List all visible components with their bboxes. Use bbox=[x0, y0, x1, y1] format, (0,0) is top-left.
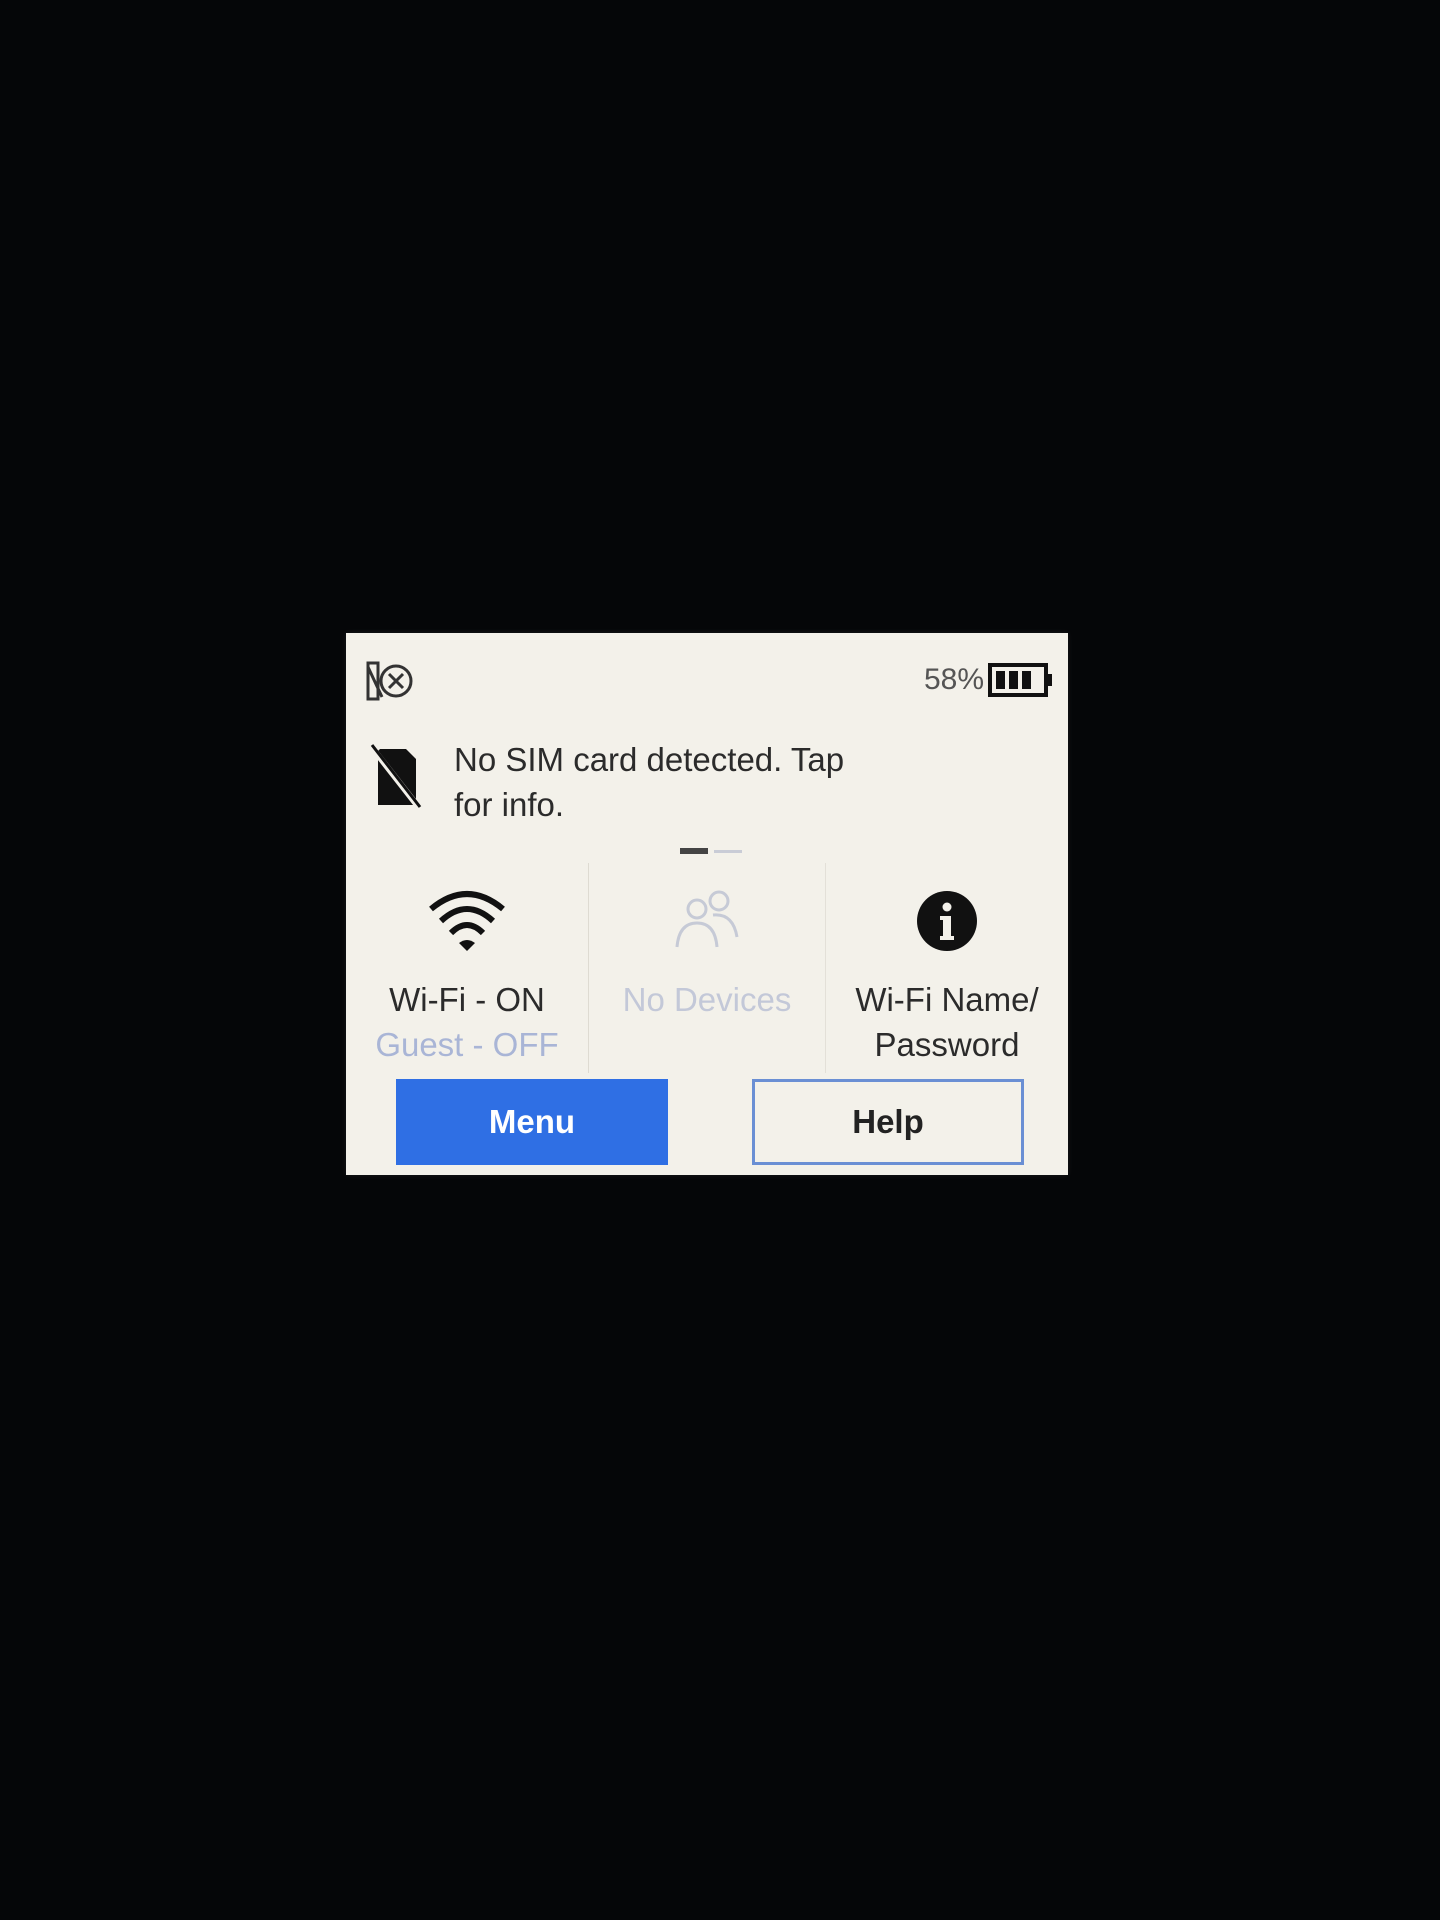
battery-percent: 58% bbox=[923, 663, 984, 696]
status-bar: 58% bbox=[346, 633, 1068, 701]
devices-icon bbox=[667, 885, 747, 955]
no-sim-icon bbox=[367, 743, 423, 811]
tile-row: Wi-Fi - ON Guest - OFF No Devices Wi-Fi … bbox=[346, 863, 1068, 1073]
devices-status: No Devices bbox=[622, 981, 792, 1018]
devices-tile[interactable]: No Devices bbox=[589, 863, 826, 1073]
wifi-status: Wi-Fi - ON bbox=[389, 981, 545, 1018]
guest-wifi-status: Guest - OFF bbox=[375, 1026, 559, 1063]
info-icon bbox=[907, 885, 987, 955]
battery-icon bbox=[988, 663, 1054, 697]
page-dot bbox=[714, 850, 742, 853]
page-indicator bbox=[680, 848, 750, 854]
wifi-name-label: Wi-Fi Name/ bbox=[855, 981, 1039, 1018]
no-sim-notification[interactable]: No SIM card detected. Tap for info. bbox=[360, 737, 980, 833]
notification-line-1: No SIM card detected. Tap bbox=[454, 741, 845, 778]
help-button[interactable]: Help bbox=[752, 1079, 1024, 1165]
page-dot-active bbox=[680, 848, 708, 854]
no-service-icon bbox=[366, 661, 418, 701]
wifi-credentials-tile[interactable]: Wi-Fi Name/ Password bbox=[826, 863, 1068, 1073]
wifi-icon bbox=[427, 885, 507, 955]
device-screen: 58% No SIM card detected. Tap for info. bbox=[346, 633, 1068, 1175]
notification-message: No SIM card detected. Tap for info. bbox=[454, 737, 954, 827]
wifi-tile[interactable]: Wi-Fi - ON Guest - OFF bbox=[346, 863, 589, 1073]
menu-button[interactable]: Menu bbox=[396, 1079, 668, 1165]
password-label: Password bbox=[874, 1026, 1020, 1063]
notification-line-2: for info. bbox=[454, 786, 565, 823]
